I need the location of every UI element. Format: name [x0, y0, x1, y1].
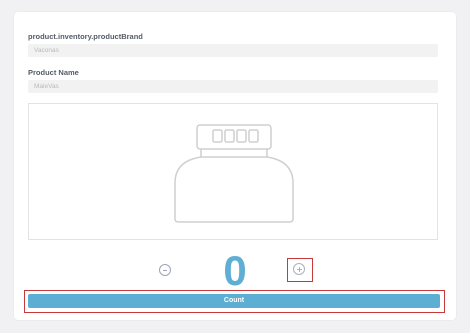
count-value: 0	[223, 247, 247, 294]
minus-circle-icon[interactable]	[159, 264, 171, 276]
product-name-field[interactable]: MaleVas	[28, 80, 438, 93]
product-image-box	[28, 103, 438, 240]
product-name-label: Product Name	[28, 68, 79, 77]
counter-row: 0	[14, 250, 456, 294]
increment-highlight	[287, 258, 313, 282]
brand-label: product.inventory.productBrand	[28, 32, 143, 41]
count-button-highlight: Count	[24, 290, 445, 313]
brand-field[interactable]: Vaconas	[28, 44, 438, 57]
jar-placeholder-icon	[174, 124, 294, 223]
count-button[interactable]: Count	[28, 294, 440, 308]
plus-circle-icon[interactable]	[293, 263, 305, 275]
count-card: product.inventory.productBrand Vaconas P…	[14, 12, 456, 320]
